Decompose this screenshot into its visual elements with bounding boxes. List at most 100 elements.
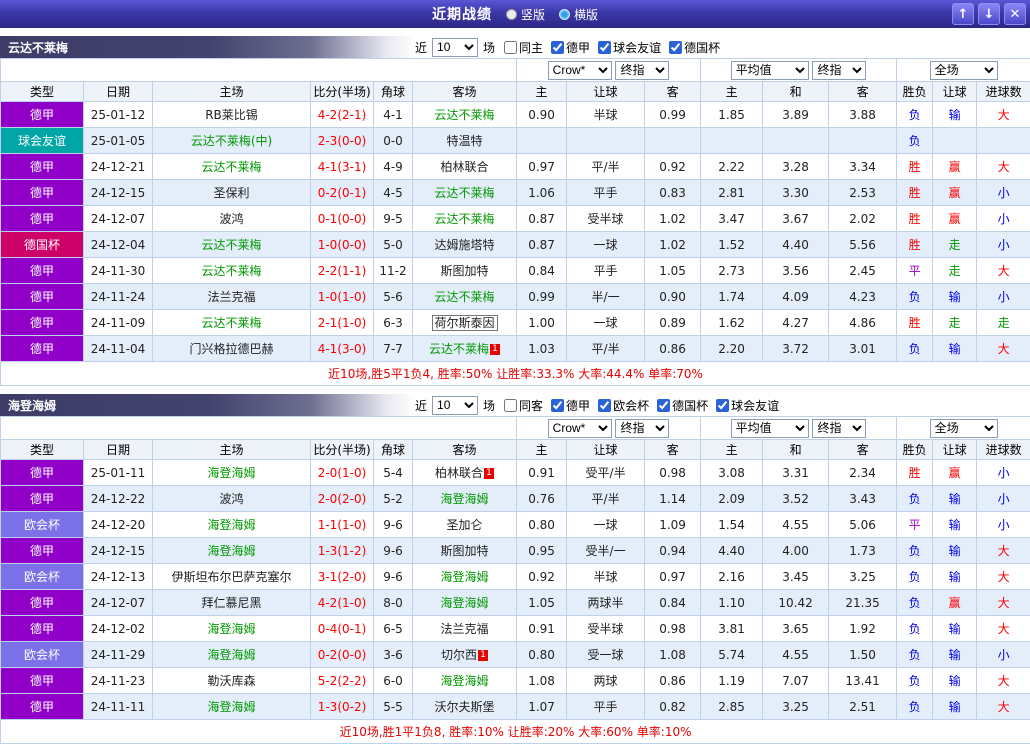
filter-checkbox[interactable]: 德国杯 (657, 397, 708, 414)
team-name[interactable]: 柏林联合 (435, 466, 483, 480)
team-name[interactable]: 海登海姆 (441, 596, 489, 610)
checkbox-input[interactable] (504, 399, 517, 412)
team-name[interactable]: 云达不莱梅 (435, 186, 495, 200)
filter-checkbox[interactable]: 球会友谊 (598, 39, 661, 56)
match-count-select[interactable]: 10 (432, 396, 478, 415)
team-name[interactable]: 斯图加特 (441, 264, 489, 278)
team-name[interactable]: 拜仁慕尼黑 (201, 596, 261, 610)
goals-cell: 小 (977, 460, 1030, 486)
corner-score: 4-1 (374, 102, 413, 128)
match-row: 德甲 24-11-30 云达不莱梅 2-2(1-1) 11-2 斯图加特 0.8… (1, 258, 1030, 284)
europe-source-select[interactable]: 平均值 (731, 419, 809, 438)
filter-checkbox[interactable]: 同客 (504, 397, 543, 414)
team-name[interactable]: 海登海姆 (207, 648, 255, 662)
col-let: 让球 (933, 440, 977, 460)
bookmaker-select[interactable]: Crow* (548, 419, 612, 438)
team-name[interactable]: 波鸿 (219, 212, 243, 226)
win-loss-cell: 负 (897, 336, 933, 362)
asia-handicap: 一球 (567, 232, 645, 258)
team-name[interactable]: 云达不莱梅 (201, 264, 261, 278)
team-name[interactable]: RB莱比锡 (205, 108, 258, 122)
team-name[interactable]: 海登海姆 (441, 570, 489, 584)
scroll-up-button[interactable]: ↑ (952, 3, 974, 25)
team-name[interactable]: 云达不莱梅 (435, 290, 495, 304)
win-loss-cell: 胜 (897, 460, 933, 486)
team-name[interactable]: 柏林联合 (441, 160, 489, 174)
eu-draw-odds: 3.25 (763, 694, 829, 720)
asia-home-odds: 0.76 (517, 486, 567, 512)
eu-home-odds: 1.10 (701, 590, 763, 616)
radio-horizontal[interactable]: 横版 (559, 6, 598, 23)
team-name[interactable]: 沃尔夫斯堡 (435, 700, 495, 714)
team-name[interactable]: 切尔西 (441, 648, 477, 662)
team-name[interactable]: 云达不莱梅 (201, 238, 261, 252)
match-row: 欧会杯 24-12-20 海登海姆 1-1(1-0) 9-6 圣加仑 0.80 … (1, 512, 1030, 538)
team-name[interactable]: 云达不莱梅 (435, 108, 495, 122)
team-name[interactable]: 法兰克福 (207, 290, 255, 304)
scope-select[interactable]: 全场 (930, 419, 998, 438)
filter-checkbox[interactable]: 德甲 (551, 397, 590, 414)
filter-controls: 近 10 场 同客德甲欧会杯德国杯球会友谊 (415, 396, 779, 415)
goals-cell: 大 (977, 258, 1030, 284)
team-name[interactable]: 门兴格拉德巴赫 (189, 342, 273, 356)
checkbox-input[interactable] (716, 399, 729, 412)
team-name[interactable]: 海登海姆 (441, 674, 489, 688)
bookmaker-select[interactable]: Crow* (548, 61, 612, 80)
checkbox-input[interactable] (669, 41, 682, 54)
team-name[interactable]: 波鸿 (219, 492, 243, 506)
win-loss-cell: 负 (897, 616, 933, 642)
checkbox-input[interactable] (598, 399, 611, 412)
team-name[interactable]: 荷尔斯泰因 (432, 315, 498, 331)
asia-odds-type-select[interactable]: 终指 (615, 419, 669, 438)
match-date: 25-01-11 (84, 460, 153, 486)
col-asia-let: 让球 (567, 440, 645, 460)
checkbox-input[interactable] (551, 41, 564, 54)
europe-odds-type-select[interactable]: 终指 (812, 61, 866, 80)
scroll-down-button[interactable]: ↓ (978, 3, 1000, 25)
filter-checkbox[interactable]: 欧会杯 (598, 397, 649, 414)
corner-score: 3-6 (374, 642, 413, 668)
filter-checkbox[interactable]: 球会友谊 (716, 397, 779, 414)
match-row: 欧会杯 24-11-29 海登海姆 0-2(0-0) 3-6 切尔西1 0.80… (1, 642, 1030, 668)
let-result-cell: 走 (933, 310, 977, 336)
team-name[interactable]: 云达不莱梅 (435, 212, 495, 226)
filter-checkbox[interactable]: 德甲 (551, 39, 590, 56)
eu-away-odds: 3.25 (829, 564, 897, 590)
checkbox-input[interactable] (504, 41, 517, 54)
team-name[interactable]: 云达不莱梅(中) (191, 134, 272, 148)
match-date: 24-12-04 (84, 232, 153, 258)
scope-select[interactable]: 全场 (930, 61, 998, 80)
team-name[interactable]: 海登海姆 (207, 700, 255, 714)
eu-draw-odds: 4.55 (763, 642, 829, 668)
team-name[interactable]: 法兰克福 (441, 622, 489, 636)
team-name[interactable]: 海登海姆 (207, 466, 255, 480)
match-score: 1-0(0-0) (311, 232, 374, 258)
filter-checkbox[interactable]: 同主 (504, 39, 543, 56)
checkbox-input[interactable] (551, 399, 564, 412)
team-name[interactable]: 特温特 (447, 134, 483, 148)
checkbox-input[interactable] (657, 399, 670, 412)
team-name[interactable]: 云达不莱梅 (201, 160, 261, 174)
team-name[interactable]: 海登海姆 (207, 622, 255, 636)
team-name[interactable]: 云达不莱梅 (429, 342, 489, 356)
team-name[interactable]: 圣保利 (213, 186, 249, 200)
europe-odds-type-select[interactable]: 终指 (812, 419, 866, 438)
team-name[interactable]: 伊斯坦布尔巴萨克塞尔 (171, 570, 291, 584)
team-name[interactable]: 勒沃库森 (207, 674, 255, 688)
match-count-select[interactable]: 10 (432, 38, 478, 57)
team-name[interactable]: 海登海姆 (441, 492, 489, 506)
team-name[interactable]: 圣加仑 (447, 518, 483, 532)
asia-odds-type-select[interactable]: 终指 (615, 61, 669, 80)
asia-handicap: 两球 (567, 668, 645, 694)
team-name[interactable]: 云达不莱梅 (201, 316, 261, 330)
team-name[interactable]: 斯图加特 (441, 544, 489, 558)
team-name[interactable]: 达姆施塔特 (435, 238, 495, 252)
col-eu-away: 客 (829, 440, 897, 460)
europe-source-select[interactable]: 平均值 (731, 61, 809, 80)
team-name[interactable]: 海登海姆 (207, 544, 255, 558)
radio-vertical[interactable]: 竖版 (506, 6, 545, 23)
filter-checkbox[interactable]: 德国杯 (669, 39, 720, 56)
team-name[interactable]: 海登海姆 (207, 518, 255, 532)
close-button[interactable]: ✕ (1004, 3, 1026, 25)
checkbox-input[interactable] (598, 41, 611, 54)
